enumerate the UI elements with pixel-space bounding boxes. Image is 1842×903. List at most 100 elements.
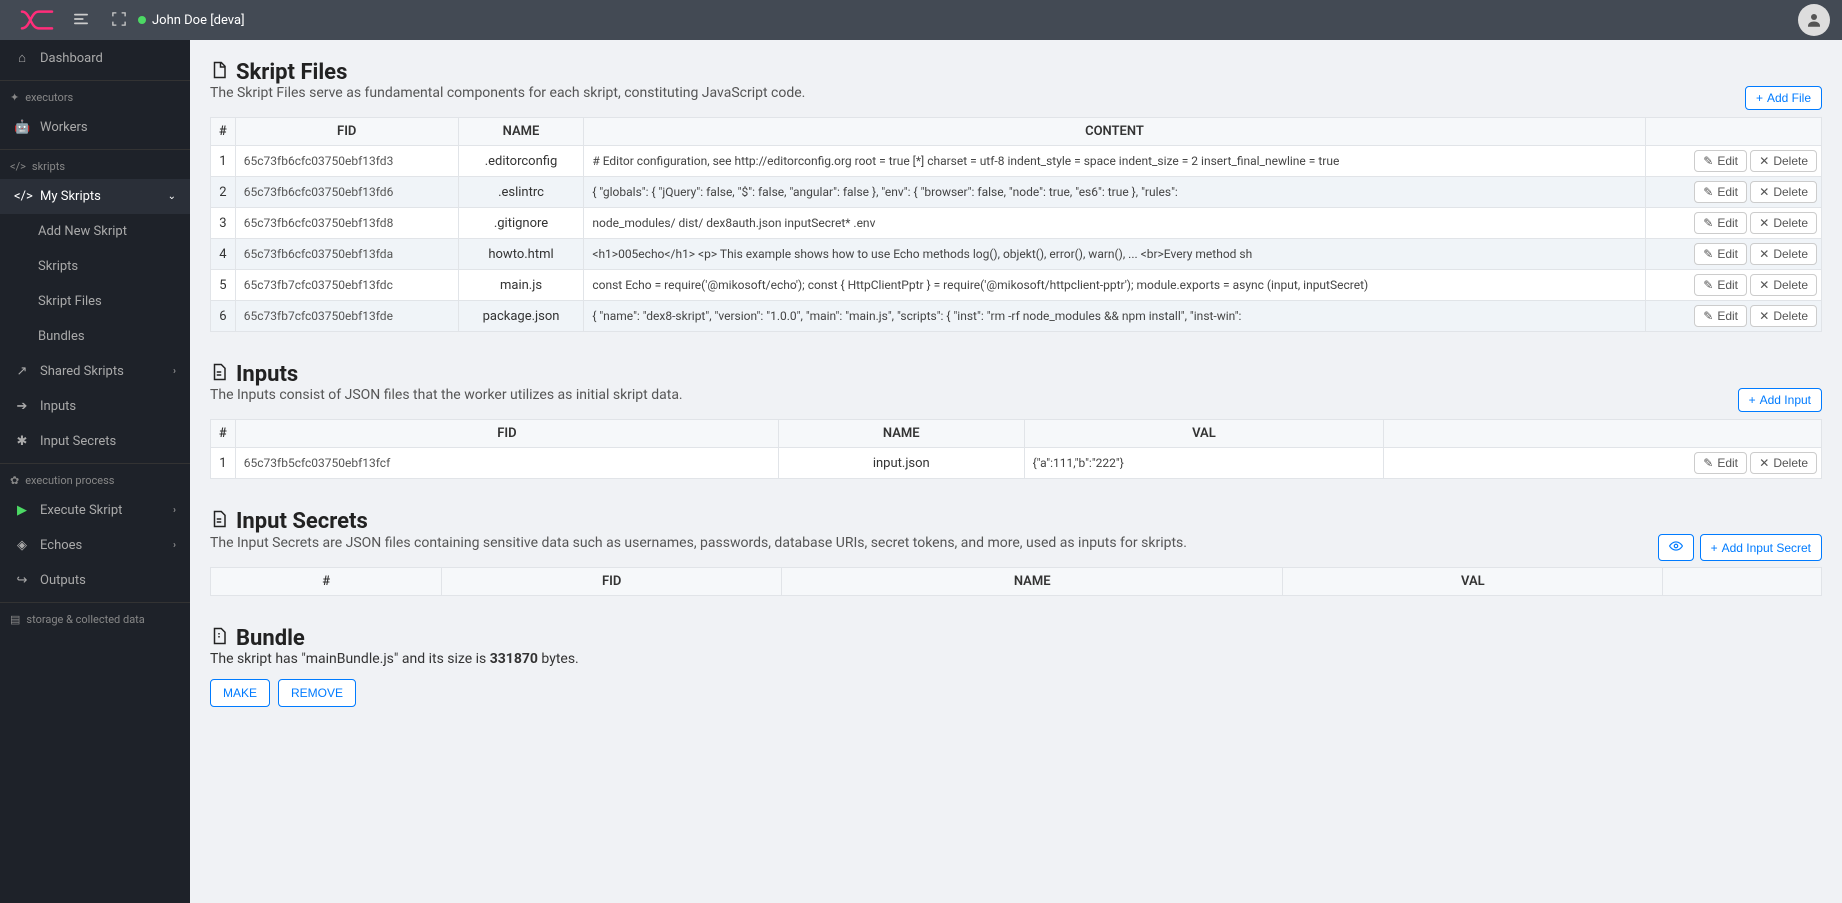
delete-button[interactable]: ✕ Delete — [1750, 305, 1817, 327]
close-icon: ✕ — [1759, 278, 1769, 292]
add-input-button[interactable]: + Add Input — [1738, 388, 1822, 412]
sidebar-item-label: Execute Skript — [40, 503, 122, 518]
add-input-secret-button[interactable]: + Add Input Secret — [1700, 534, 1822, 561]
sidebar-item-outputs[interactable]: ↪ Outputs — [0, 563, 190, 598]
section-inputs: Inputs The Inputs consist of JSON files … — [210, 362, 1822, 479]
cell-name: .eslintrc — [458, 177, 584, 208]
cell-fid: 65c73fb6cfc03750ebf13fd6 — [235, 177, 458, 208]
menu-toggle-icon[interactable] — [62, 6, 100, 35]
section-input-secrets: Input Secrets The Input Secrets are JSON… — [210, 509, 1822, 596]
fullscreen-icon[interactable] — [100, 6, 138, 35]
edit-button[interactable]: ✎ Edit — [1694, 181, 1747, 203]
cell-name: .editorconfig — [458, 146, 584, 177]
inputs-table: # FID NAME VAL 165c73fb5cfc03750ebf13fcf… — [210, 419, 1822, 479]
sidebar-sub-skripts[interactable]: Skripts — [0, 249, 190, 284]
section-title: Bundle — [210, 626, 1822, 651]
code-icon: </> — [10, 160, 26, 173]
sidebar-item-label: Dashboard — [40, 51, 103, 66]
cell-content: node_modules/ dist/ dex8auth.json inputS… — [584, 208, 1645, 239]
table-row: 565c73fb7cfc03750ebf13fdcmain.jsconst Ec… — [211, 270, 1822, 301]
sidebar-sub-skript-files[interactable]: Skript Files — [0, 284, 190, 319]
cell-name: .gitignore — [458, 208, 584, 239]
col-name: NAME — [458, 118, 584, 146]
remove-bundle-button[interactable]: REMOVE — [278, 679, 356, 707]
cell-name: package.json — [458, 301, 584, 332]
close-icon: ✕ — [1759, 154, 1769, 168]
delete-button[interactable]: ✕ Delete — [1750, 150, 1817, 172]
play-icon: ▶ — [14, 503, 30, 518]
skript-files-table: # FID NAME CONTENT 165c73fb6cfc03750ebf1… — [210, 117, 1822, 332]
delete-button[interactable]: ✕ Delete — [1750, 452, 1817, 474]
topbar: John Doe [deva] — [0, 0, 1842, 40]
sidebar-item-echoes[interactable]: ◈ Echoes › — [0, 528, 190, 563]
edit-button[interactable]: ✎ Edit — [1694, 305, 1747, 327]
col-name: NAME — [779, 420, 1025, 448]
database-icon: ▤ — [10, 613, 20, 626]
view-secrets-button[interactable] — [1658, 534, 1694, 561]
table-row: 165c73fb6cfc03750ebf13fd3.editorconfig# … — [211, 146, 1822, 177]
pencil-icon: ✎ — [1703, 154, 1713, 168]
chevron-right-icon: › — [173, 505, 176, 516]
close-icon: ✕ — [1759, 247, 1769, 261]
edit-button[interactable]: ✎ Edit — [1694, 452, 1747, 474]
gear-icon: ✿ — [10, 474, 19, 487]
section-skript-files: Skript Files The Skript Files serve as f… — [210, 60, 1822, 332]
pencil-icon: ✎ — [1703, 247, 1713, 261]
logout-icon: ↪ — [14, 573, 30, 588]
pencil-icon: ✎ — [1703, 278, 1713, 292]
sidebar-item-label: Input Secrets — [40, 434, 116, 449]
edit-button[interactable]: ✎ Edit — [1694, 274, 1747, 296]
home-icon: ⌂ — [14, 50, 30, 66]
table-row: 465c73fb6cfc03750ebf13fdahowto.html<h1>0… — [211, 239, 1822, 270]
sidebar-item-dashboard[interactable]: ⌂ Dashboard — [0, 40, 190, 76]
avatar[interactable] — [1798, 4, 1830, 36]
pencil-icon: ✎ — [1703, 216, 1713, 230]
edit-button[interactable]: ✎ Edit — [1694, 212, 1747, 234]
cell-name: howto.html — [458, 239, 584, 270]
edit-button[interactable]: ✎ Edit — [1694, 150, 1747, 172]
close-icon: ✕ — [1759, 309, 1769, 323]
col-fid: FID — [235, 420, 778, 448]
edit-button[interactable]: ✎ Edit — [1694, 243, 1747, 265]
col-actions — [1645, 118, 1821, 146]
sidebar-item-workers[interactable]: 🤖 Workers — [0, 110, 190, 145]
pencil-icon: ✎ — [1703, 185, 1713, 199]
cell-val: {"a":111,"b":"222"} — [1024, 448, 1384, 479]
sidebar-item-my-skripts[interactable]: </> My Skripts ⌄ — [0, 179, 190, 214]
cell-name: main.js — [458, 270, 584, 301]
cell-content: { "globals": { "jQuery": false, "$": fal… — [584, 177, 1645, 208]
sidebar-item-shared-skripts[interactable]: ↗ Shared Skripts › — [0, 354, 190, 389]
section-title: Inputs — [210, 362, 1822, 387]
col-num: # — [211, 118, 236, 146]
col-num: # — [211, 420, 236, 448]
sidebar-item-label: Shared Skripts — [40, 364, 124, 379]
file-code-icon — [210, 60, 228, 85]
archive-icon — [210, 626, 228, 651]
delete-button[interactable]: ✕ Delete — [1750, 181, 1817, 203]
sidebar-item-input-secrets[interactable]: ✱ Input Secrets — [0, 424, 190, 459]
col-fid: FID — [235, 118, 458, 146]
cell-num: 3 — [211, 208, 236, 239]
sidebar-item-execute[interactable]: ▶ Execute Skript › — [0, 493, 190, 528]
sidebar-item-label: Outputs — [40, 573, 86, 588]
sidebar-item-inputs[interactable]: ➔ Inputs — [0, 389, 190, 424]
close-icon: ✕ — [1759, 185, 1769, 199]
user-name: John Doe [deva] — [152, 13, 245, 28]
delete-button[interactable]: ✕ Delete — [1750, 243, 1817, 265]
delete-button[interactable]: ✕ Delete — [1750, 274, 1817, 296]
plus-icon: + — [1711, 541, 1718, 555]
make-bundle-button[interactable]: MAKE — [210, 679, 270, 707]
add-file-button[interactable]: + Add File — [1745, 86, 1822, 110]
col-actions — [1663, 568, 1822, 596]
sidebar-heading-storage: ▤ storage & collected data — [0, 602, 190, 632]
section-bundle: Bundle The skript has "mainBundle.js" an… — [210, 626, 1822, 707]
table-row: 365c73fb6cfc03750ebf13fd8.gitignorenode_… — [211, 208, 1822, 239]
col-fid: FID — [442, 568, 782, 596]
sidebar-sub-add-new[interactable]: Add New Skript — [0, 214, 190, 249]
sidebar-sub-bundles[interactable]: Bundles — [0, 319, 190, 354]
plus-icon: + — [1756, 91, 1763, 105]
delete-button[interactable]: ✕ Delete — [1750, 212, 1817, 234]
input-secrets-table: # FID NAME VAL — [210, 567, 1822, 596]
cell-content: <h1>005echo</h1> <p> This example shows … — [584, 239, 1645, 270]
app-logo[interactable] — [12, 10, 62, 30]
